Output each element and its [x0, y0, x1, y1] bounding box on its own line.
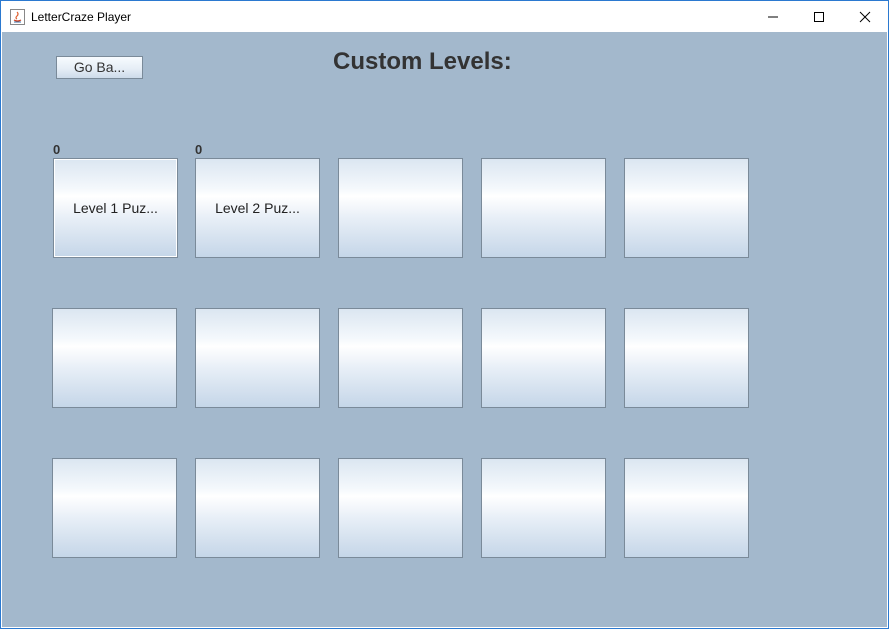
level-8-button[interactable] — [338, 308, 463, 408]
title-bar[interactable]: LetterCraze Player — [1, 1, 888, 32]
level-2-score: 0 — [195, 142, 203, 157]
level-7-button[interactable] — [195, 308, 320, 408]
level-1-score: 0 — [53, 142, 61, 157]
page-title: Custom Levels: — [333, 48, 512, 75]
level-12-button[interactable] — [195, 458, 320, 558]
minimize-button[interactable] — [750, 1, 796, 32]
level-9-button[interactable] — [481, 308, 606, 408]
app-window: LetterCraze Player Go Ba... Custom Level… — [0, 0, 889, 629]
level-4-button[interactable] — [481, 158, 606, 258]
level-11-button[interactable] — [52, 458, 177, 558]
level-5-button[interactable] — [624, 158, 749, 258]
level-6-button[interactable] — [52, 308, 177, 408]
go-back-button[interactable]: Go Ba... — [56, 56, 143, 79]
level-select-panel: Go Ba... Custom Levels: 0 0 Level 1 Puz.… — [2, 32, 887, 627]
level-2-button[interactable]: Level 2 Puz... — [195, 158, 320, 258]
level-15-button[interactable] — [624, 458, 749, 558]
minimize-icon — [767, 11, 779, 23]
close-icon — [859, 11, 871, 23]
level-10-button[interactable] — [624, 308, 749, 408]
level-1-button[interactable]: Level 1 Puz... — [53, 158, 178, 258]
window-title: LetterCraze Player — [31, 10, 132, 24]
level-3-button[interactable] — [338, 158, 463, 258]
maximize-button[interactable] — [796, 1, 842, 32]
level-14-button[interactable] — [481, 458, 606, 558]
level-13-button[interactable] — [338, 458, 463, 558]
close-button[interactable] — [842, 1, 888, 32]
maximize-icon — [813, 11, 825, 23]
java-app-icon — [10, 9, 25, 25]
